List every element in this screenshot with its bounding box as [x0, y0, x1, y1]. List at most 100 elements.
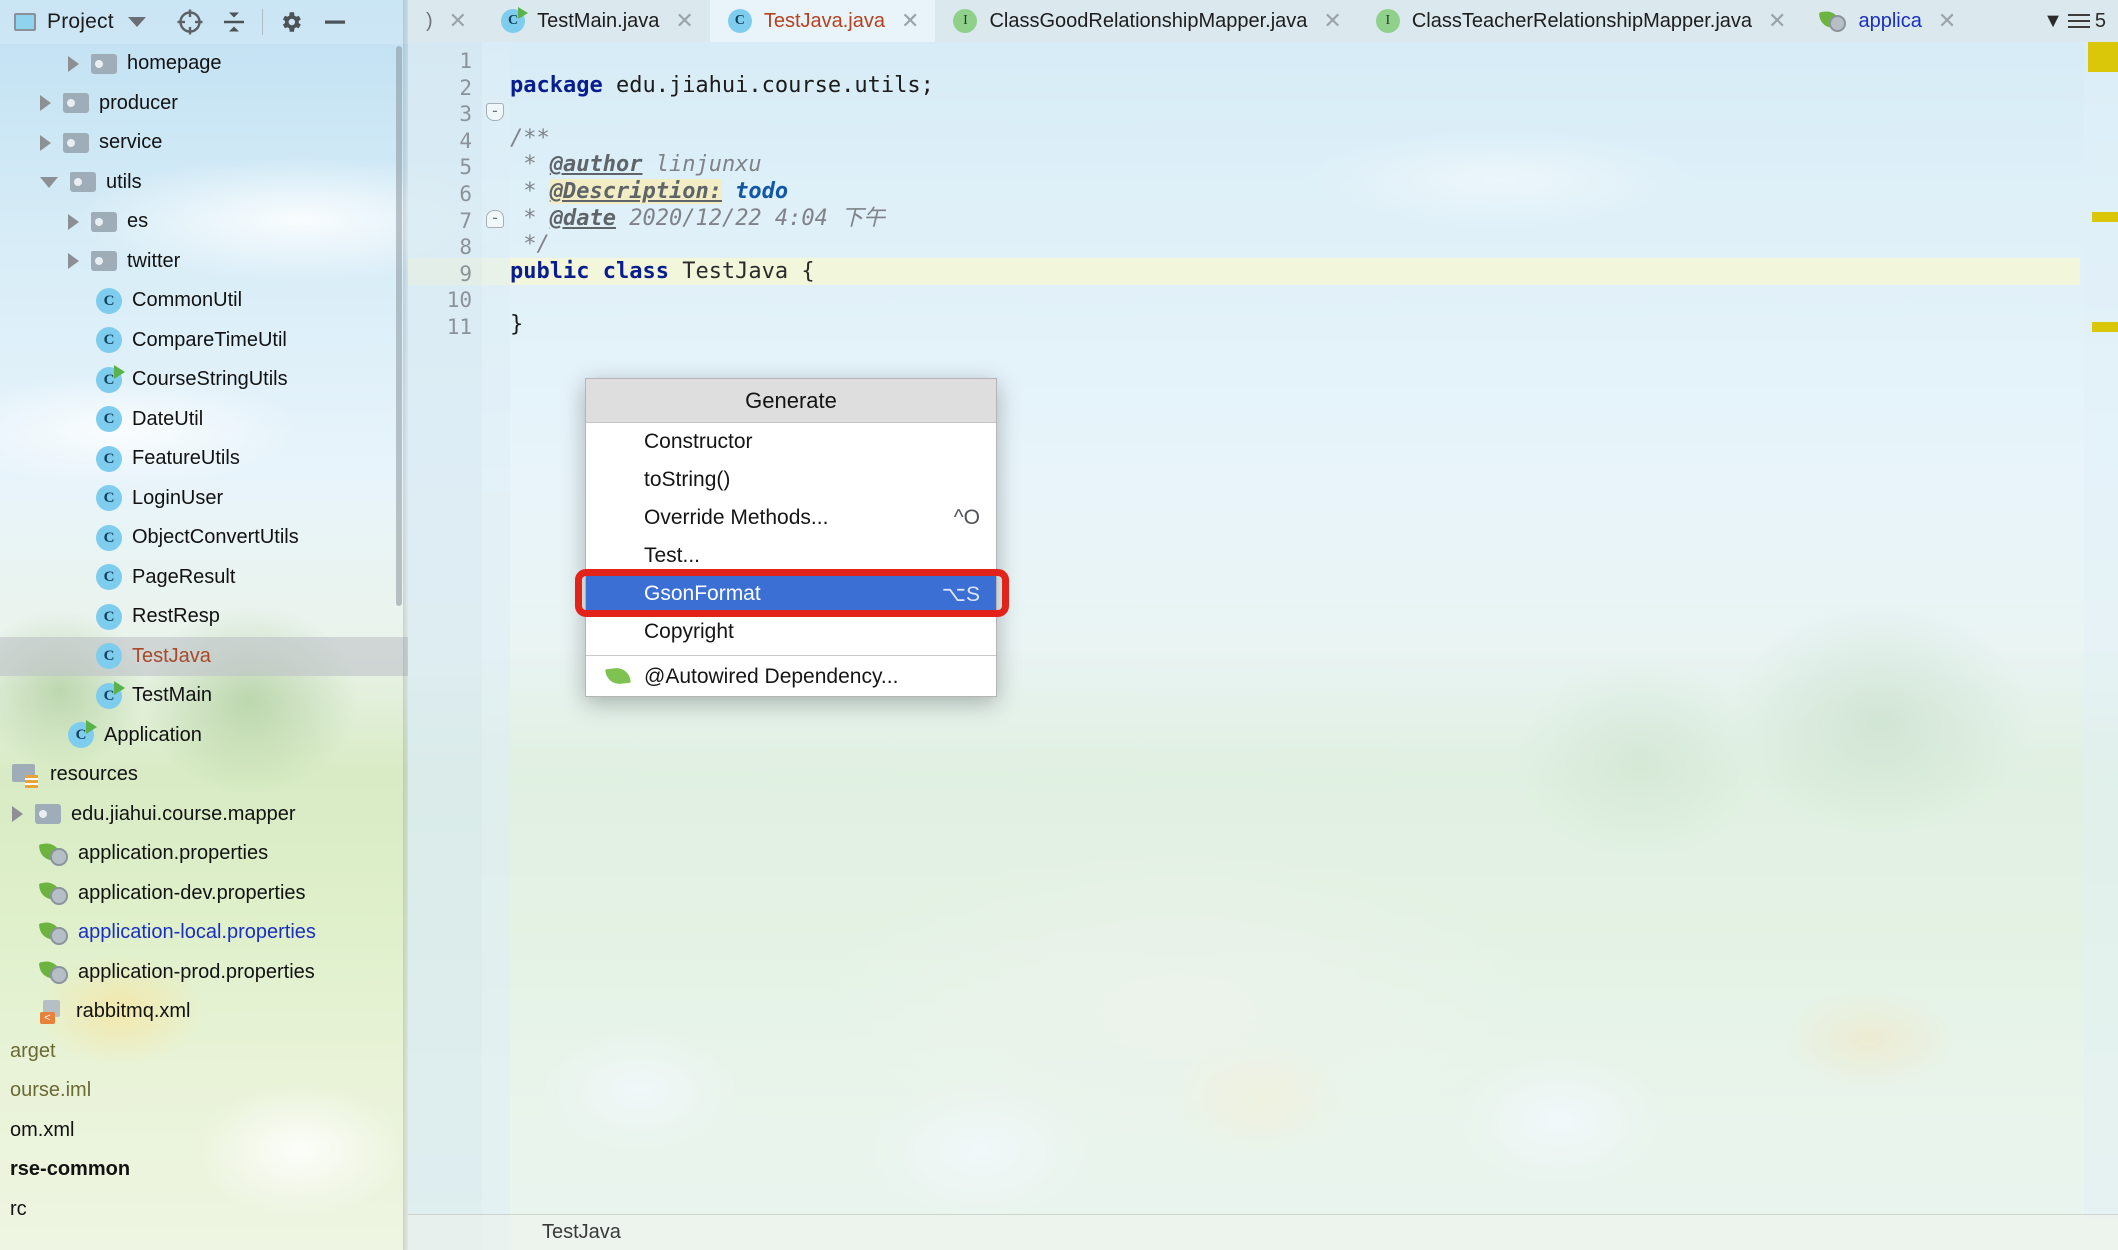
editor-tab-testmain-java[interactable]: C TestMain.java ✕	[483, 0, 710, 42]
javadoc-date-value: 2020/12/22 4:04 下午	[615, 205, 886, 231]
tree-item-testjava[interactable]: C TestJava	[0, 636, 408, 676]
menu-item-label: GsonFormat	[644, 582, 761, 605]
menu-item-autowired-dependency[interactable]: @Autowired Dependency...	[586, 658, 996, 696]
close-icon[interactable]: ✕	[1323, 10, 1341, 32]
project-panel-scrollbar[interactable]	[396, 46, 402, 606]
tree-item-resources[interactable]: resources	[0, 755, 408, 795]
editor-tab-testjava-java[interactable]: C TestJava.java ✕	[709, 0, 936, 42]
menu-item-copyright[interactable]: Copyright	[586, 613, 996, 651]
line-number[interactable]: 10	[447, 287, 472, 313]
generate-popup[interactable]: Generate Constructor toString() Override M…	[585, 378, 997, 697]
expand-arrow-icon[interactable]	[68, 253, 79, 270]
stripe-marker[interactable]	[2092, 322, 2118, 332]
spring-properties-icon	[40, 881, 68, 906]
tree-item-utils[interactable]: utils	[0, 163, 408, 203]
close-icon[interactable]: ✕	[1768, 10, 1786, 32]
java-class-icon: C	[96, 287, 122, 314]
menu-item-constructor[interactable]: Constructor	[586, 423, 996, 461]
line-number[interactable]: 1	[459, 48, 472, 74]
project-file-tree[interactable]: homepage producer service utils es twitter C Co…	[0, 44, 408, 1250]
tree-item-application-local-properties[interactable]: application-local.properties	[0, 913, 408, 953]
line-number[interactable]: 2	[459, 75, 472, 101]
generate-menu-list[interactable]: Constructor toString() Override Methods...…	[586, 423, 996, 696]
tree-item-application-prod-properties[interactable]: application-prod.properties	[0, 953, 408, 993]
line-number-gutter[interactable]: 1 2 3 4 5 6 7 8 9 10 11	[408, 42, 482, 1250]
tree-item-arget[interactable]: arget	[0, 1032, 408, 1072]
project-title[interactable]: Project	[47, 10, 114, 34]
tree-item-testmain[interactable]: C TestMain	[0, 676, 408, 716]
tree-item-es[interactable]: es	[0, 202, 408, 242]
editor-tab-bar[interactable]: ) ✕ C TestMain.java ✕ C TestJava.java ✕ I ClassGo…	[408, 0, 2118, 42]
status-breadcrumb-bar: TestJava	[408, 1214, 2118, 1250]
expand-arrow-icon[interactable]	[68, 55, 79, 72]
tree-item-rc[interactable]: rc	[0, 1190, 408, 1230]
line-number[interactable]: 5	[459, 154, 472, 180]
tree-item-dateutil[interactable]: C DateUtil	[0, 400, 408, 440]
tree-item-label: utils	[106, 170, 142, 193]
close-icon[interactable]: ✕	[449, 10, 467, 32]
editor-tab-classteacherrelationshipmapper-java[interactable]: I ClassTeacherRelationshipMapper.java ✕	[1358, 0, 1803, 42]
editor-tab-scrolled-off[interactable]: ) ✕	[408, 0, 483, 42]
line-number[interactable]: 4	[459, 128, 472, 154]
locate-target-icon[interactable]	[168, 8, 212, 36]
menu-item-label: Copyright	[644, 620, 734, 643]
tree-item-featureutils[interactable]: C FeatureUtils	[0, 439, 408, 479]
stripe-marker[interactable]	[2092, 212, 2118, 222]
close-icon[interactable]: ✕	[1938, 10, 1956, 32]
line-number[interactable]: 8	[459, 234, 472, 260]
tree-item-producer[interactable]: producer	[0, 84, 408, 124]
menu-item-test[interactable]: Test...	[586, 537, 996, 575]
javadoc-date-tag: @date	[549, 205, 616, 231]
tab-overflow-button[interactable]: ▼ 5	[2031, 0, 2118, 42]
collapse-all-icon[interactable]	[212, 8, 256, 36]
tree-item-label: es	[127, 210, 149, 233]
menu-item-override-methods[interactable]: Override Methods... ^O	[586, 499, 996, 537]
breadcrumb[interactable]: TestJava	[542, 1221, 621, 1244]
editor-tab-classgoodrelationshipmapper-java[interactable]: I ClassGoodRelationshipMapper.java ✕	[935, 0, 1357, 42]
spring-properties-icon	[40, 921, 68, 945]
fold-collapse-icon[interactable]: -	[486, 103, 504, 122]
tree-item-service[interactable]: service	[0, 123, 408, 163]
tree-item-rse-common[interactable]: rse-common	[0, 1150, 408, 1190]
line-number[interactable]: 7	[459, 208, 472, 234]
tree-item-homepage[interactable]: homepage	[0, 44, 408, 84]
line-number[interactable]: 9	[459, 261, 472, 287]
line-number[interactable]: 11	[447, 314, 472, 340]
hide-window-icon[interactable]	[313, 8, 357, 36]
tree-item-rabbitmq-xml[interactable]: rabbitmq.xml	[0, 992, 408, 1032]
settings-gear-icon[interactable]	[269, 8, 313, 36]
tree-item-application-dev-properties[interactable]: application-dev.properties	[0, 874, 408, 914]
editor-tab-label: TestMain.java	[537, 9, 660, 32]
line-number[interactable]: 3	[459, 101, 472, 127]
tree-item-loginuser[interactable]: C LoginUser	[0, 479, 408, 519]
tree-item-ourse-iml[interactable]: ourse.iml	[0, 1071, 408, 1111]
tree-item-commonutil[interactable]: C CommonUtil	[0, 281, 408, 321]
stripe-marker[interactable]	[2088, 42, 2118, 72]
tree-item-restresp[interactable]: C RestResp	[0, 597, 408, 637]
tree-item-label: homepage	[127, 52, 222, 75]
tree-item-comparetimeutil[interactable]: C CompareTimeUtil	[0, 321, 408, 361]
expand-arrow-icon[interactable]	[40, 95, 51, 112]
menu-item-gsonformat[interactable]: GsonFormat ⌥S	[586, 575, 996, 613]
editor-tab-applica[interactable]: applica ✕	[1802, 0, 1972, 42]
chevron-down-icon[interactable]	[127, 17, 146, 27]
tree-item-objectconvertutils[interactable]: C ObjectConvertUtils	[0, 518, 408, 558]
tree-item-application[interactable]: C Application	[0, 716, 408, 756]
tree-item-coursestringutils[interactable]: C CourseStringUtils	[0, 360, 408, 400]
error-stripe-marker-gutter[interactable]	[2084, 42, 2118, 1220]
expand-arrow-icon[interactable]	[68, 213, 79, 230]
close-icon[interactable]: ✕	[901, 10, 919, 32]
tree-item-application-properties[interactable]: application.properties	[0, 834, 408, 874]
expand-arrow-icon[interactable]	[40, 134, 51, 151]
tree-item-om-xml[interactable]: om.xml	[0, 1111, 408, 1151]
panel-splitter[interactable]	[403, 0, 408, 1250]
tree-item-twitter[interactable]: twitter	[0, 242, 408, 282]
menu-item-tostring[interactable]: toString()	[586, 461, 996, 499]
expand-arrow-icon[interactable]	[12, 806, 23, 823]
tree-item-edu-jiahui-course-mapper[interactable]: edu.jiahui.course.mapper	[0, 795, 408, 835]
collapse-arrow-icon[interactable]	[40, 176, 58, 188]
close-icon[interactable]: ✕	[675, 10, 693, 32]
tree-item-pageresult[interactable]: C PageResult	[0, 558, 408, 598]
line-number[interactable]: 6	[459, 181, 472, 207]
fold-end-icon[interactable]: -	[486, 209, 504, 228]
